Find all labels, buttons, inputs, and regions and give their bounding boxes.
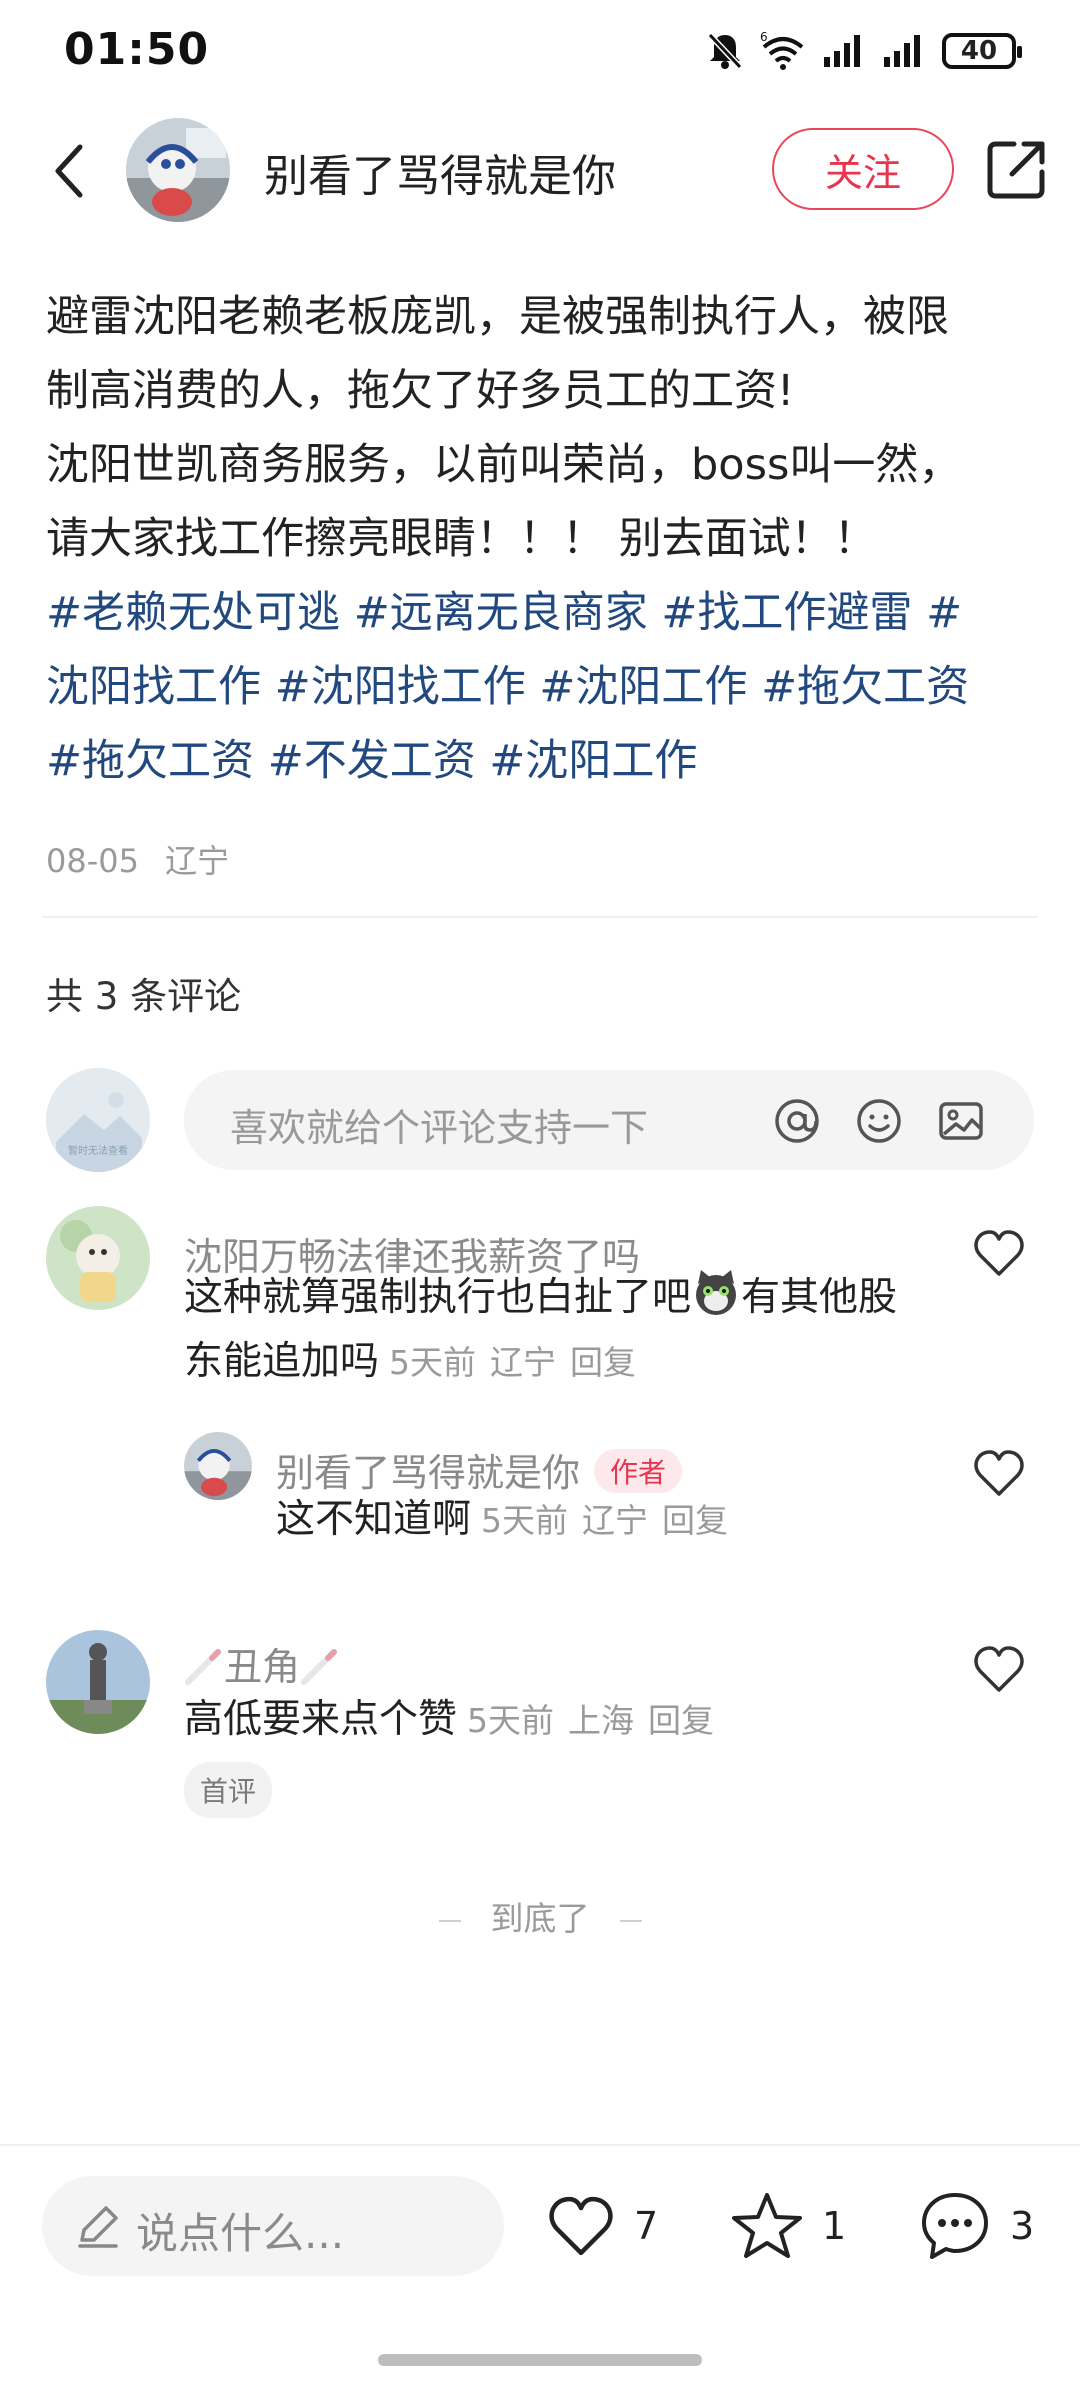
avatar-placeholder: 暂时无法查看 bbox=[46, 1068, 150, 1172]
post-text-line: 避雷沈阳老赖老板庞凯，是被强制执行人，被限 bbox=[46, 292, 949, 342]
status-time: 01:50 bbox=[64, 24, 210, 75]
divider bbox=[42, 916, 1038, 918]
post-text-line: 沈阳世凯商务服务，以前叫荣尚，boss叫一然， bbox=[46, 440, 962, 490]
commenter-name: 丑角 bbox=[184, 1636, 340, 1691]
like-count: 7 bbox=[634, 2204, 659, 2248]
heart-icon[interactable] bbox=[972, 1448, 1026, 1498]
author-name[interactable]: 别看了骂得就是你 bbox=[264, 140, 616, 204]
commenter-name-text[interactable]: 丑角 bbox=[224, 1645, 300, 1689]
comment-count-bottom: 3 bbox=[1010, 2204, 1035, 2248]
post-content: 避雷沈阳老赖老板庞凯，是被强制执行人，被限 制高消费的人，拖欠了好多员工的工资!… bbox=[46, 280, 1046, 798]
comment-meta: 5天前 辽宁 回复 bbox=[471, 1501, 728, 1540]
favorite-count: 1 bbox=[822, 2204, 847, 2248]
post-tags-line[interactable]: #拖欠工资 #不发工资 #沈阳工作 bbox=[46, 724, 1046, 798]
comment-time: 5天前 bbox=[467, 1701, 555, 1740]
comment-time: 5天前 bbox=[389, 1343, 477, 1382]
say-something-input[interactable]: 说点什么... bbox=[42, 2176, 504, 2276]
comment-text-part: 东能追加吗 bbox=[184, 1339, 380, 1384]
signal-icon bbox=[824, 35, 860, 67]
comment-text: 这不知道啊 5天前 辽宁 回复 bbox=[276, 1488, 956, 1553]
comment-location: 辽宁 bbox=[490, 1343, 557, 1382]
comment-time: 5天前 bbox=[481, 1501, 569, 1540]
heart-icon bbox=[549, 2196, 613, 2256]
reply-button[interactable]: 回复 bbox=[648, 1701, 714, 1740]
emoji-icon[interactable] bbox=[854, 1096, 904, 1146]
comment-bubble-icon bbox=[922, 2193, 988, 2259]
svg-text:6: 6 bbox=[760, 31, 768, 44]
post-header: 别看了骂得就是你 关注 bbox=[0, 110, 1080, 230]
pen-decoration-icon bbox=[301, 1649, 338, 1685]
star-icon bbox=[732, 2193, 802, 2258]
status-bar: 01:50 6 40 bbox=[0, 0, 1080, 100]
avatar-image bbox=[46, 1206, 150, 1310]
comment-meta: 5天前 辽宁 回复 bbox=[379, 1343, 636, 1382]
divider bbox=[438, 1919, 461, 1922]
post-date: 08-05 bbox=[46, 842, 139, 880]
comment-text: 高低要来点个赞 5天前 上海 回复 bbox=[184, 1688, 944, 1753]
end-label: 到底了 bbox=[490, 1899, 590, 1938]
pencil-icon bbox=[78, 2206, 118, 2248]
avatar-image bbox=[46, 1630, 150, 1734]
comment-location: 上海 bbox=[568, 1701, 635, 1740]
comment-item: 丑角 高低要来点个赞 5天前 上海 回复 首评 bbox=[0, 1626, 1080, 1826]
cat-emoji-icon bbox=[691, 1268, 741, 1318]
back-button[interactable] bbox=[40, 136, 100, 206]
avatar-caption: 暂时无法查看 bbox=[68, 1144, 128, 1157]
battery-icon: 40 bbox=[942, 33, 1022, 69]
commenter-avatar[interactable] bbox=[184, 1432, 252, 1500]
first-comment-badge: 首评 bbox=[184, 1762, 273, 1818]
comment-input[interactable]: 喜欢就给个评论支持一下 bbox=[184, 1070, 1034, 1170]
comment-meta: 5天前 上海 回复 bbox=[457, 1701, 714, 1740]
reply-button[interactable]: 回复 bbox=[570, 1343, 636, 1382]
say-something-placeholder: 说点什么... bbox=[136, 2209, 345, 2258]
reply-item: 别看了骂得就是你 作者 这不知道啊 5天前 辽宁 回复 bbox=[0, 1430, 1080, 1570]
my-avatar: 暂时无法查看 bbox=[46, 1068, 150, 1172]
avatar-image bbox=[126, 118, 230, 222]
end-of-list: 到底了 bbox=[0, 1892, 1080, 1940]
post-tags-line[interactable]: 沈阳找工作 #沈阳找工作 #沈阳工作 #拖欠工资 bbox=[46, 650, 1046, 724]
commenter-avatar[interactable] bbox=[46, 1206, 150, 1310]
bell-muted-icon bbox=[707, 32, 743, 70]
battery-level: 40 bbox=[960, 36, 998, 66]
like-button[interactable]: 7 bbox=[546, 2186, 658, 2266]
share-icon bbox=[987, 141, 1045, 199]
commenter-avatar[interactable] bbox=[46, 1630, 150, 1734]
comment-text-part: 高低要来点个赞 bbox=[184, 1697, 458, 1742]
author-badge: 作者 bbox=[594, 1449, 683, 1493]
home-indicator[interactable] bbox=[378, 2354, 702, 2366]
comment-text-part: 这种就算强制执行也白扯了吧 bbox=[184, 1275, 692, 1320]
comment-input-placeholder: 喜欢就给个评论支持一下 bbox=[230, 1106, 649, 1150]
signal-icon bbox=[884, 35, 920, 67]
image-icon[interactable] bbox=[936, 1096, 986, 1146]
post-location: 辽宁 bbox=[165, 842, 230, 880]
post-meta: 08-05 辽宁 bbox=[46, 836, 245, 882]
comment-button[interactable]: 3 bbox=[918, 2186, 1034, 2266]
follow-button[interactable]: 关注 bbox=[772, 128, 954, 210]
author-avatar[interactable] bbox=[126, 118, 230, 222]
heart-icon[interactable] bbox=[972, 1644, 1026, 1694]
post-text-line: 制高消费的人，拖欠了好多员工的工资! bbox=[46, 366, 795, 416]
divider bbox=[619, 1919, 642, 1922]
comment-text-part: 这不知道啊 bbox=[276, 1497, 472, 1542]
at-icon[interactable] bbox=[772, 1096, 822, 1146]
share-button[interactable] bbox=[984, 136, 1050, 202]
favorite-button[interactable]: 1 bbox=[730, 2186, 846, 2266]
comment-text-part: 有其他股 bbox=[741, 1275, 898, 1320]
comment-item: 沈阳万畅法律还我薪资了吗 这种就算强制执行也白扯了吧 有其他股 东能追加吗 5天前… bbox=[0, 1204, 1080, 1404]
avatar-image bbox=[184, 1432, 252, 1500]
comment-location: 辽宁 bbox=[582, 1501, 649, 1540]
status-icons: 6 40 bbox=[706, 26, 1022, 76]
post-tags-line[interactable]: #老赖无处可逃 #远离无良商家 #找工作避雷 # bbox=[46, 576, 1046, 650]
reply-button[interactable]: 回复 bbox=[662, 1501, 728, 1540]
comment-count: 共 3 条评论 bbox=[46, 975, 242, 1018]
pen-decoration-icon bbox=[185, 1649, 221, 1685]
comment-text: 这种就算强制执行也白扯了吧 有其他股 东能追加吗 5天前 辽宁 回复 bbox=[184, 1266, 944, 1395]
post-text-line: 请大家找工作擦亮眼睛！！！ 别去面试！！ bbox=[46, 514, 877, 564]
heart-icon[interactable] bbox=[972, 1228, 1026, 1278]
divider bbox=[0, 2144, 1080, 2146]
wifi-icon: 6 bbox=[760, 31, 804, 70]
chevron-left-icon bbox=[55, 144, 83, 198]
